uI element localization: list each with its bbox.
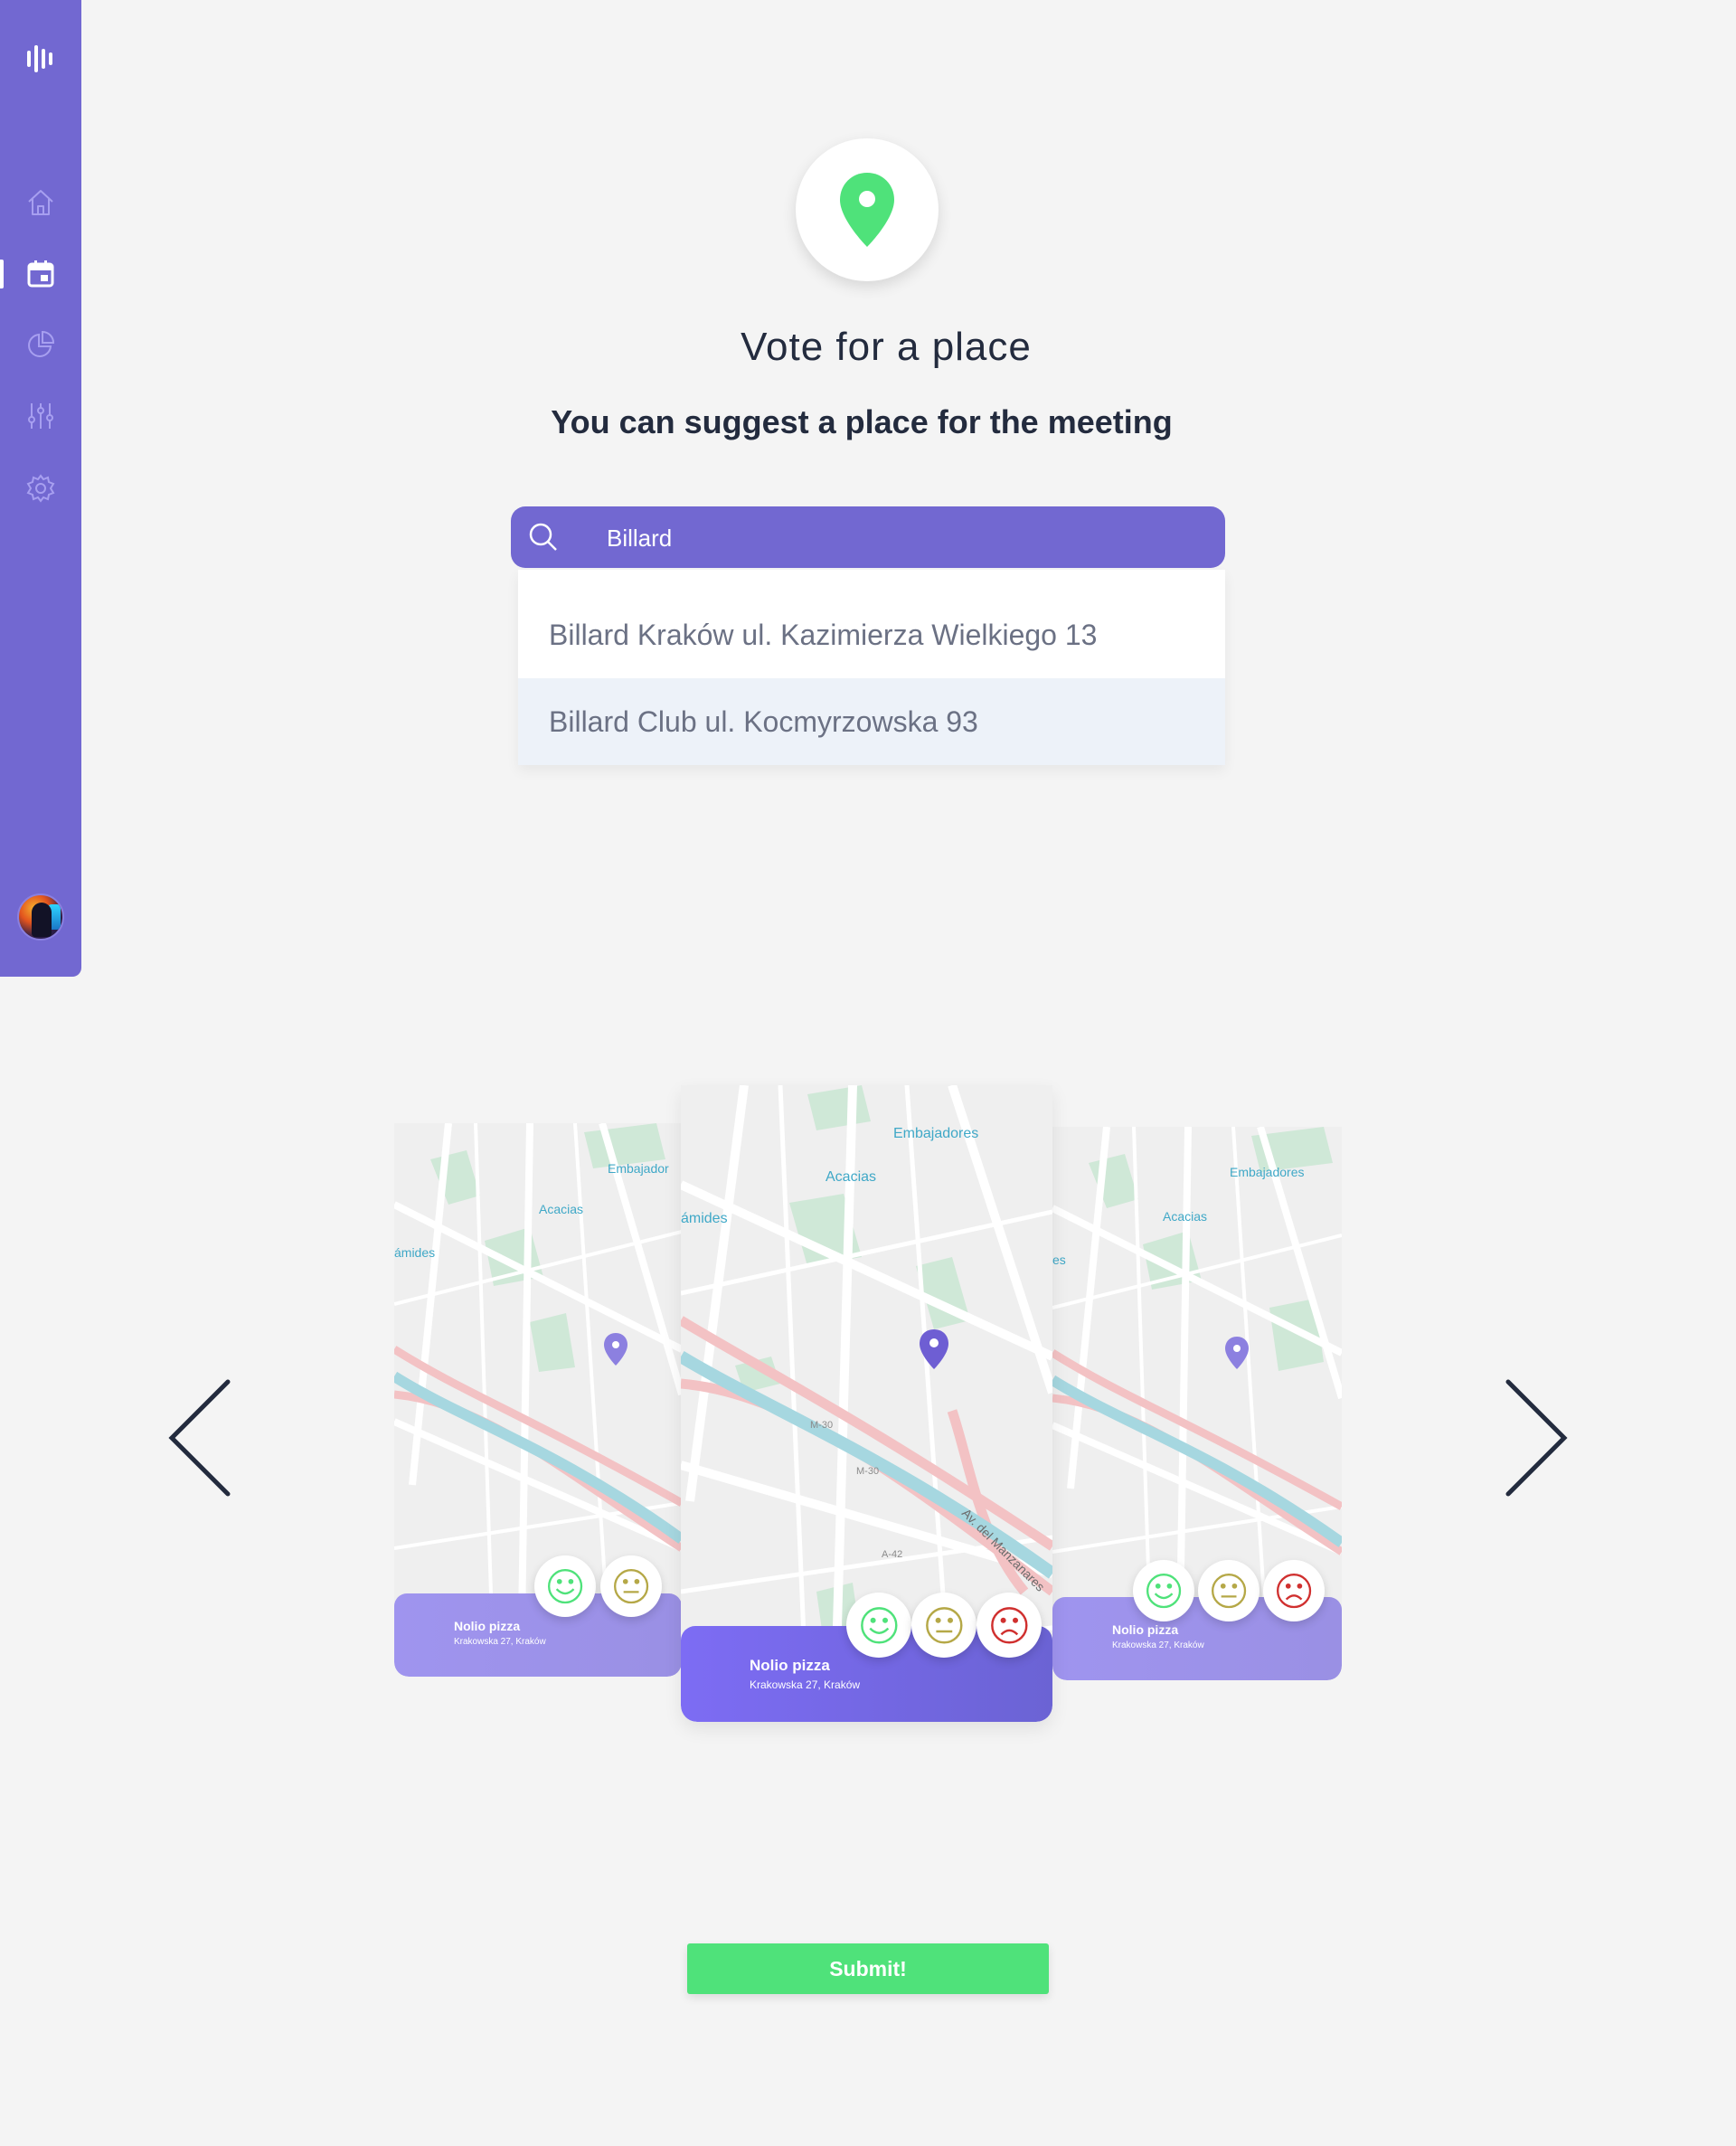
search-input[interactable] bbox=[605, 519, 1187, 557]
place-name: Nolio pizza bbox=[750, 1657, 830, 1674]
vote-neutral-button[interactable] bbox=[911, 1593, 976, 1658]
map-label: es bbox=[1052, 1253, 1066, 1267]
map-label: M-30 bbox=[810, 1420, 833, 1431]
sad-face-icon bbox=[990, 1606, 1028, 1644]
map-label: Acacias bbox=[826, 1169, 876, 1185]
place-address: Krakowska 27, Kraków bbox=[750, 1678, 861, 1691]
sidebar-item-settings[interactable] bbox=[0, 465, 81, 512]
map-label: Acacias bbox=[1163, 1209, 1207, 1224]
vote-like-button[interactable] bbox=[1133, 1560, 1194, 1621]
smile-face-icon bbox=[547, 1568, 583, 1604]
map-label: Embajadores bbox=[893, 1126, 978, 1141]
map-label: M-30 bbox=[856, 1466, 879, 1477]
map-label: Embajador bbox=[608, 1161, 669, 1176]
calendar-icon bbox=[27, 260, 54, 288]
map-label: ámides bbox=[394, 1245, 435, 1260]
suggestion-item[interactable]: Billard Kraków ul. Kazimierza Wielkiego … bbox=[518, 570, 1225, 678]
sidebar-item-home[interactable] bbox=[0, 179, 81, 226]
place-name: Nolio pizza bbox=[1112, 1622, 1179, 1637]
home-icon bbox=[28, 190, 53, 215]
gear-icon bbox=[26, 474, 55, 503]
search-icon[interactable] bbox=[527, 521, 560, 553]
submit-button[interactable]: Submit! bbox=[687, 1943, 1049, 1994]
map-label: ámides bbox=[681, 1211, 728, 1226]
smile-face-icon bbox=[860, 1606, 898, 1644]
place-name: Nolio pizza bbox=[454, 1619, 521, 1633]
vote-neutral-button[interactable] bbox=[1198, 1560, 1260, 1621]
chevron-left-icon[interactable] bbox=[163, 1375, 235, 1501]
user-avatar[interactable] bbox=[17, 893, 64, 941]
map-label: Embajadores bbox=[1230, 1165, 1305, 1179]
map-label: Acacias bbox=[539, 1202, 583, 1216]
map-label: A-42 bbox=[882, 1549, 902, 1560]
chevron-right-icon[interactable] bbox=[1501, 1375, 1573, 1501]
page-subtitle: You can suggest a place for the meeting bbox=[551, 403, 1173, 440]
sad-face-icon bbox=[1276, 1573, 1312, 1609]
place-search-bar[interactable] bbox=[511, 506, 1225, 568]
place-address: Krakowska 27, Kraków bbox=[1112, 1640, 1204, 1650]
vote-dislike-button[interactable] bbox=[1263, 1560, 1325, 1621]
page-title: Vote for a place bbox=[741, 325, 1032, 370]
bars-logo-icon[interactable] bbox=[26, 43, 55, 74]
place-address: Krakowska 27, Kraków bbox=[454, 1637, 546, 1647]
smile-face-icon bbox=[1146, 1573, 1182, 1609]
vote-like-button[interactable] bbox=[534, 1555, 596, 1617]
sidebar-item-calendar[interactable] bbox=[0, 251, 81, 298]
vote-dislike-button[interactable] bbox=[976, 1593, 1042, 1658]
vote-like-button[interactable] bbox=[846, 1593, 911, 1658]
search-suggestions: Billard Kraków ul. Kazimierza Wielkiego … bbox=[518, 570, 1225, 765]
neutral-face-icon bbox=[925, 1606, 963, 1644]
location-pin-badge bbox=[796, 138, 939, 281]
neutral-face-icon bbox=[1211, 1573, 1247, 1609]
sidebar bbox=[0, 0, 81, 977]
vote-neutral-button[interactable] bbox=[600, 1555, 662, 1617]
suggestion-item-highlighted[interactable]: Billard Club ul. Kocmyrzowska 93 bbox=[518, 678, 1225, 765]
neutral-face-icon bbox=[613, 1568, 649, 1604]
location-pin-icon bbox=[840, 173, 894, 247]
